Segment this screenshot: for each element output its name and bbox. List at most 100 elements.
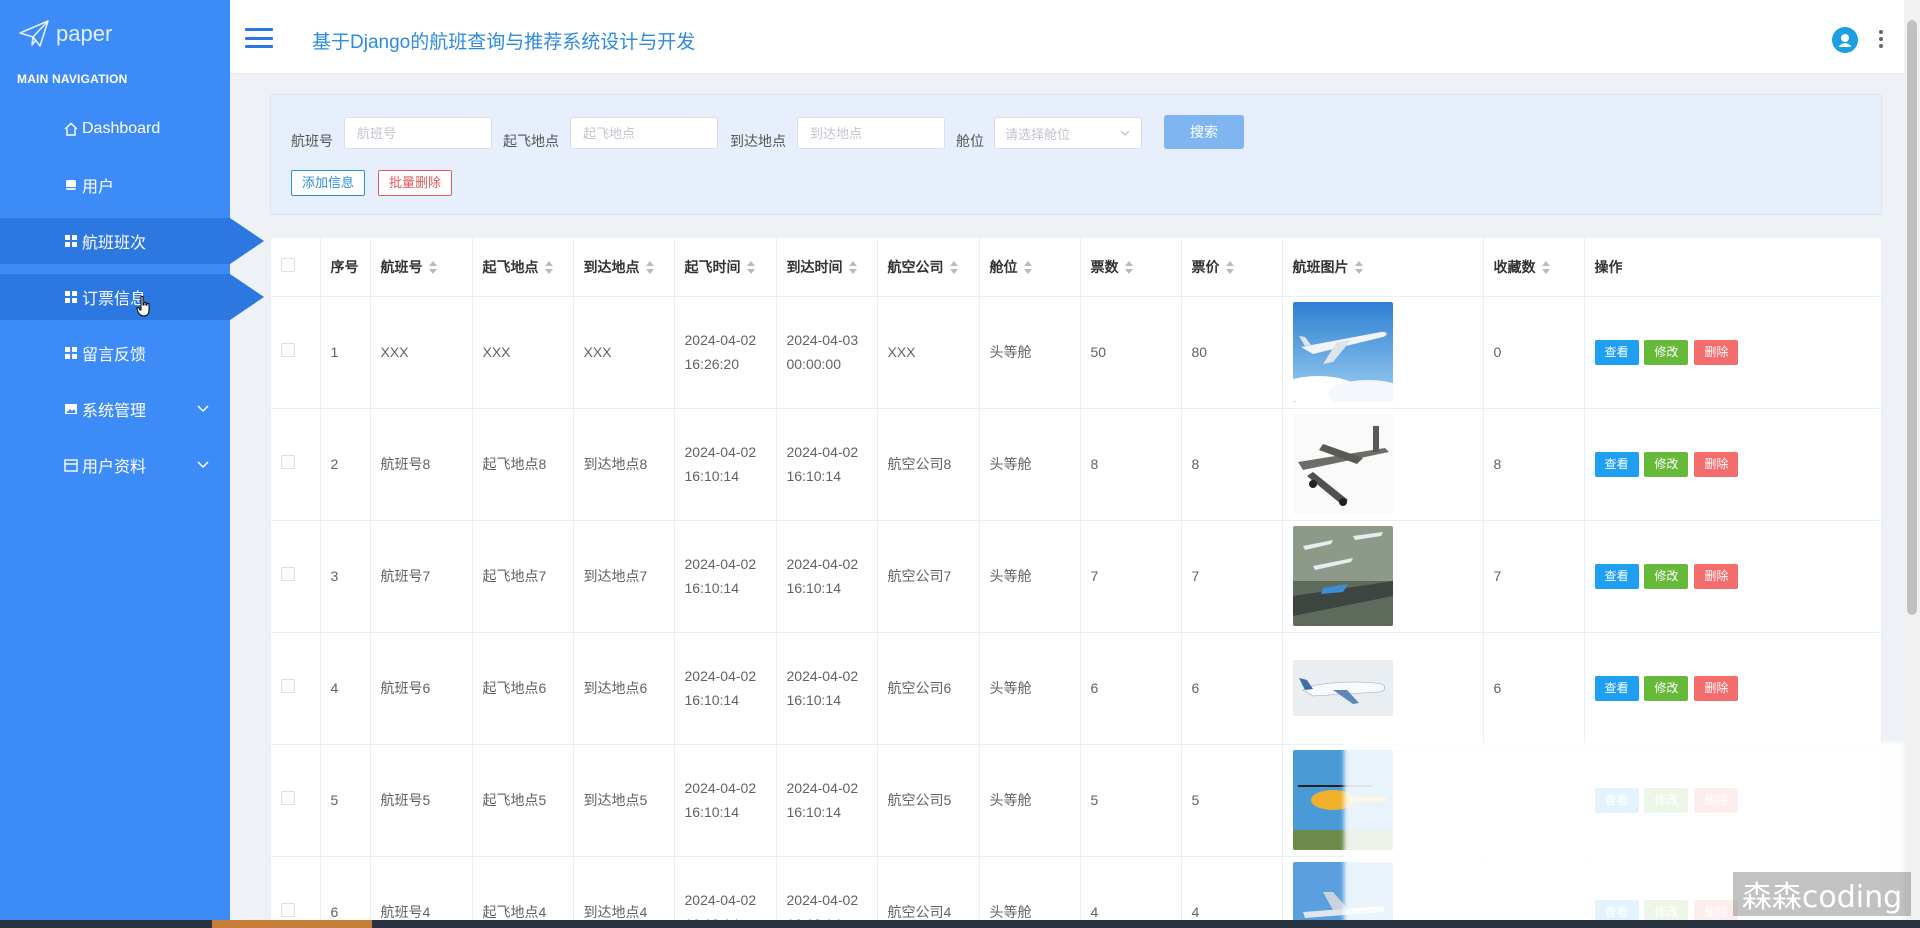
row-checkbox[interactable] [281, 791, 295, 805]
paper-plane-icon [19, 20, 49, 47]
sort-icon[interactable] [428, 260, 437, 274]
sort-icon[interactable] [1225, 260, 1234, 274]
sidebar-item-system[interactable]: 系统管理 [0, 386, 230, 432]
cell-arrive-time: 2024-04-0216:10:14 [776, 856, 878, 927]
view-button[interactable]: 查看 [1594, 452, 1639, 477]
cell-cabin: 头等舱 [979, 856, 1081, 927]
cell-price: 80 [1181, 296, 1283, 409]
grid-icon [64, 234, 78, 248]
sidebar-item-dashboard[interactable]: Dashboard [0, 106, 230, 152]
sidebar-item-profile[interactable]: 用户资料 [0, 442, 230, 488]
row-checkbox[interactable] [281, 903, 295, 917]
column-header[interactable]: 舱位 [979, 238, 1081, 297]
cell-airline: XXX [877, 296, 980, 409]
view-button[interactable]: 查看 [1594, 676, 1639, 701]
cell-fav: 8 [1483, 408, 1585, 521]
column-header[interactable]: 起飞地点 [472, 238, 574, 297]
column-header[interactable]: 票数 [1080, 238, 1182, 297]
flight-image-propeller-plane[interactable] [1292, 414, 1393, 514]
search-button[interactable]: 搜索 [1164, 115, 1244, 149]
delete-button[interactable]: 删除 [1694, 676, 1739, 701]
row-checkbox[interactable] [281, 343, 295, 357]
sidebar-item-label: 系统管理 [82, 403, 147, 420]
sidebar-item-feedback[interactable]: 留言反馈 [0, 330, 230, 376]
table-row: 4 航班号6 起飞地点6 到达地点6 2024-04-02 16:10:14 20… [271, 632, 1881, 745]
more-options-icon[interactable] [1878, 30, 1884, 48]
cell-arrive: XXX [573, 296, 675, 409]
edit-button[interactable]: 修改 [1644, 452, 1689, 477]
menu-toggle-icon[interactable] [245, 28, 273, 48]
view-button[interactable]: 查看 [1594, 564, 1639, 589]
flight-image-airliner[interactable] [1292, 660, 1393, 716]
cell-depart-time: 2024-04-0216:10:14 [674, 408, 777, 521]
sort-icon[interactable] [746, 260, 755, 274]
select-all-checkbox[interactable] [281, 258, 295, 273]
sort-icon[interactable] [1541, 260, 1550, 274]
delete-button[interactable]: 删除 [1694, 340, 1739, 365]
time: 16:10:14 [684, 804, 740, 820]
view-button[interactable]: 查看 [1594, 340, 1639, 365]
time: 00:00:00 [786, 356, 842, 372]
sort-icon[interactable] [949, 260, 958, 274]
cell-depart-time: 2024-04-0216:10:14 [674, 856, 777, 927]
flight-image-sky-jet[interactable] [1292, 302, 1393, 402]
sort-icon[interactable] [544, 260, 553, 274]
column-header[interactable]: 航班号 [370, 238, 473, 297]
scrollbar-thumb[interactable] [1907, 20, 1917, 615]
add-info-button[interactable]: 添加信息 [291, 170, 366, 196]
edit-button[interactable]: 修改 [1644, 676, 1689, 701]
column-header[interactable]: 到达时间 [776, 238, 878, 297]
column-header-label: 航班图片 [1292, 258, 1349, 275]
cell-price: 8 [1181, 408, 1283, 521]
cell-actions: 查看 修改 删除 [1584, 520, 1881, 633]
column-header[interactable]: 起飞时间 [674, 238, 777, 297]
row-checkbox[interactable] [281, 567, 295, 581]
sort-icon[interactable] [645, 260, 654, 274]
sort-icon[interactable] [1124, 260, 1133, 274]
cell-price: 4 [1181, 856, 1283, 927]
edit-button[interactable]: 修改 [1644, 564, 1689, 589]
cabin-select[interactable]: 请选择舱位 [994, 117, 1142, 149]
logo-text: paper [56, 21, 113, 46]
column-header[interactable]: 到达地点 [573, 238, 675, 297]
arrive-input[interactable] [797, 117, 945, 149]
image-icon [64, 402, 78, 416]
delete-button[interactable]: 删除 [1694, 564, 1739, 589]
sidebar-item-bookings[interactable]: 订票信息 [0, 274, 264, 320]
column-header[interactable]: 收藏数 [1483, 238, 1585, 297]
time: 16:10:14 [786, 692, 842, 708]
column-header[interactable]: 航空公司 [877, 238, 980, 297]
search-panel: 航班号 起飞地点 到达地点 舱位 请选择舱位 搜索 添加信息 批量删除 [270, 94, 1882, 215]
calendar-icon [64, 458, 78, 472]
avatar[interactable] [1832, 27, 1858, 53]
sort-icon[interactable] [1023, 260, 1032, 274]
flight-image-airport-model[interactable] [1292, 526, 1393, 626]
sort-icon[interactable] [1354, 260, 1363, 274]
logo[interactable]: paper [18, 18, 112, 50]
bulk-delete-button[interactable]: 批量删除 [378, 170, 453, 196]
column-header[interactable]: 票价 [1181, 238, 1283, 297]
cabin-label: 舱位 [956, 133, 984, 149]
column-header-label: 起飞时间 [684, 258, 741, 275]
date: 2024-04-02 [684, 668, 757, 684]
cabin-select-placeholder: 请选择舱位 [1005, 126, 1071, 142]
cell-flight: 航班号4 [370, 856, 473, 927]
sidebar-item-users[interactable]: 用户 [0, 162, 230, 208]
cell-no: 6 [320, 856, 371, 927]
column-header[interactable]: 航班图片 [1282, 238, 1484, 297]
row-checkbox[interactable] [281, 679, 295, 693]
sort-icon[interactable] [848, 260, 857, 274]
sidebar-item-flights[interactable]: 航班班次 [0, 218, 264, 264]
column-header-label: 舱位 [989, 258, 1018, 275]
cell-price: 5 [1181, 744, 1283, 857]
date: 2024-04-03 [786, 332, 859, 348]
flight-no-input[interactable] [344, 117, 492, 149]
cell-tickets: 7 [1080, 520, 1182, 633]
page-scrollbar[interactable] [1904, 0, 1920, 928]
delete-button[interactable]: 删除 [1694, 452, 1739, 477]
edit-button[interactable]: 修改 [1644, 340, 1689, 365]
row-checkbox[interactable] [281, 455, 295, 469]
depart-input[interactable] [570, 117, 718, 149]
cell-airline: 航空公司5 [877, 744, 980, 857]
watermark: 森森coding [1733, 872, 1911, 916]
